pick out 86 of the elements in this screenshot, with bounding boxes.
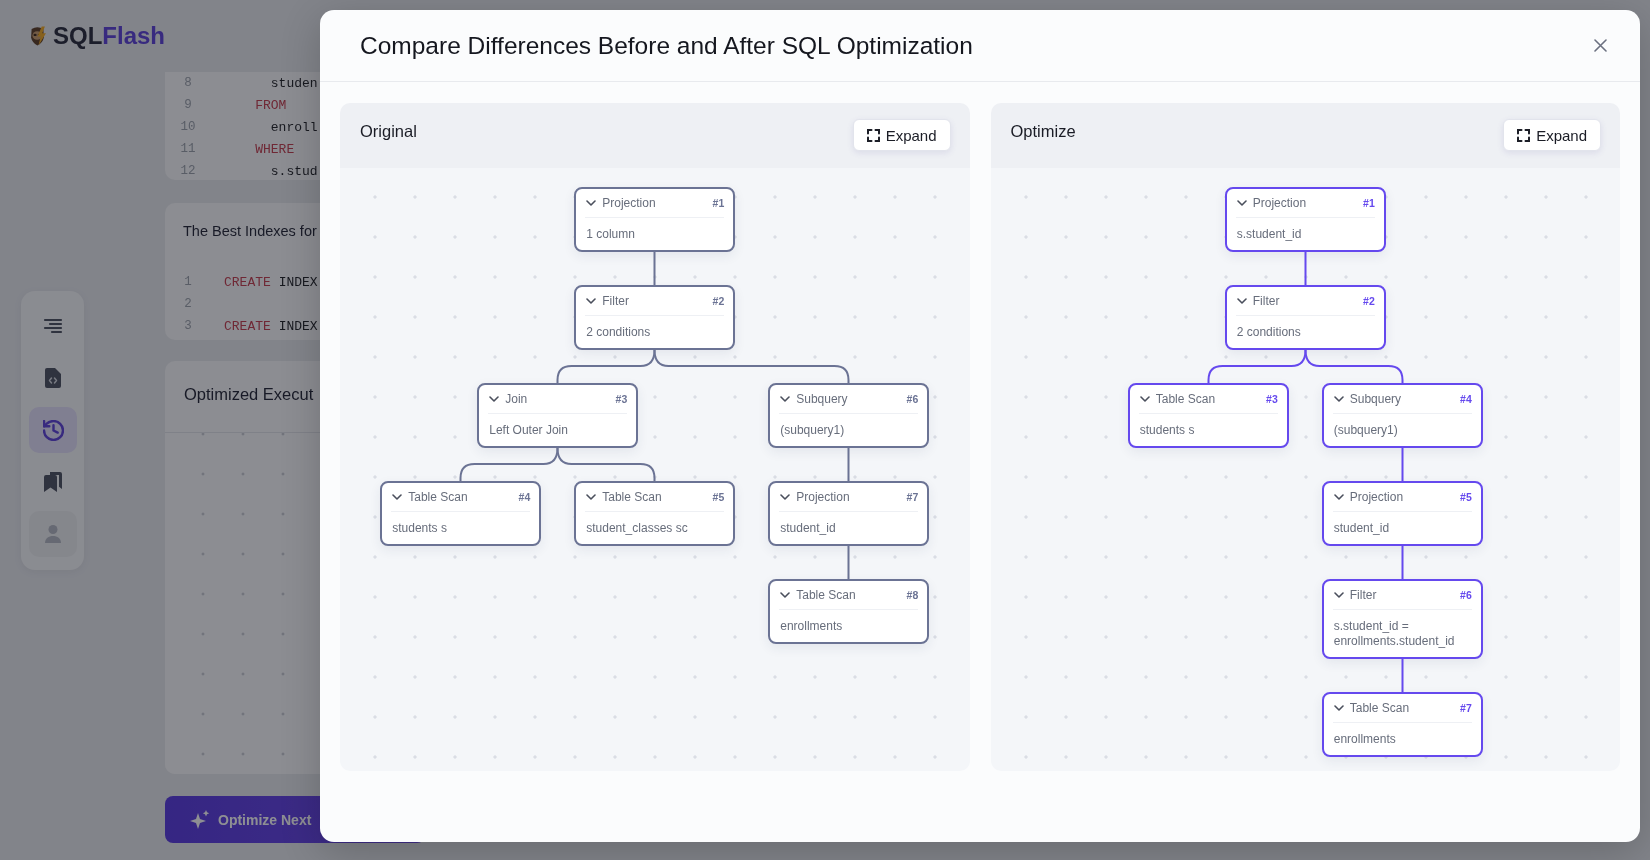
node-title: Subquery	[796, 392, 848, 406]
menu-lines-icon	[43, 318, 63, 334]
node-number: #5	[712, 491, 725, 503]
dialog-title: Compare Differences Before and After SQL Optimization	[360, 30, 973, 61]
node-number: #1	[1363, 197, 1375, 209]
user-icon	[45, 525, 61, 543]
node-detail: students s	[1139, 423, 1195, 438]
node-number: #2	[712, 295, 725, 307]
node-detail: s.student_id	[1236, 227, 1302, 242]
node-title: Join	[505, 392, 528, 406]
node-number: #3	[615, 393, 628, 405]
node-title: Projection	[602, 196, 656, 210]
expand-icon	[866, 128, 880, 142]
node-detail: (subquery1)	[1333, 423, 1398, 438]
node-title: Table Scan	[408, 490, 468, 504]
card-title: The Best Indexes for	[183, 222, 317, 241]
chevron-down-icon[interactable]	[586, 298, 597, 304]
node-title: Projection	[796, 490, 850, 504]
chevron-down-icon[interactable]	[1333, 592, 1344, 598]
chevron-down-icon[interactable]	[1236, 200, 1247, 206]
code-line: CREATE INDEX	[224, 318, 318, 334]
node-title: Filter	[1349, 588, 1377, 602]
chevron-down-icon[interactable]	[586, 494, 597, 500]
close-button[interactable]	[1594, 39, 1607, 52]
node-number: #5	[1460, 491, 1472, 503]
bookmarks-icon	[44, 472, 62, 492]
code-line: FROM	[255, 97, 287, 113]
panel-title: Original	[360, 121, 417, 142]
chevron-down-icon[interactable]	[1139, 396, 1150, 402]
node-title: Projection	[1252, 196, 1307, 210]
chevron-down-icon[interactable]	[586, 200, 597, 206]
chevron-down-icon[interactable]	[1333, 396, 1344, 402]
card-title: Optimized Execut	[184, 384, 314, 405]
node-number: #3	[1266, 393, 1278, 405]
node-title: Table Scan	[796, 588, 856, 602]
chevron-down-icon[interactable]	[1236, 298, 1247, 304]
node-number: #4	[518, 491, 531, 503]
expand-icon	[1517, 128, 1531, 142]
expand-button[interactable]: Expand	[1503, 119, 1601, 151]
chevron-down-icon[interactable]	[780, 592, 791, 598]
code-line: CREATE INDEX	[224, 274, 318, 290]
file-code-icon	[45, 368, 61, 388]
node-title: Filter	[602, 294, 629, 308]
node-title: Table Scan	[1349, 701, 1410, 715]
chevron-down-icon[interactable]	[392, 494, 403, 500]
node-detail: enrollments	[1333, 732, 1396, 747]
chevron-down-icon[interactable]	[780, 494, 791, 500]
node-number: #1	[712, 197, 725, 209]
node-detail: Left Outer Join	[489, 423, 568, 438]
panel-title: Optimize	[1010, 121, 1076, 142]
node-number: #8	[906, 589, 919, 601]
node-detail: student_id	[1333, 521, 1390, 536]
chevron-down-icon[interactable]	[1333, 494, 1344, 500]
node-detail: 2 conditions	[1236, 325, 1301, 340]
node-detail: s.student_id = enrollments.student_id	[1333, 619, 1456, 649]
history-icon	[42, 419, 64, 441]
node-title: Filter	[1252, 294, 1280, 308]
node-detail: 2 conditions	[586, 325, 651, 340]
node-title: Projection	[1349, 490, 1404, 504]
node-number: #4	[1460, 393, 1472, 405]
node-number: #2	[1363, 295, 1375, 307]
node-detail: (subquery1)	[780, 423, 845, 438]
node-title: Table Scan	[602, 490, 662, 504]
sparkle-icon	[190, 809, 210, 830]
node-detail: students s	[392, 521, 447, 536]
node-detail: enrollments	[780, 619, 843, 634]
node-number: #6	[1460, 589, 1472, 601]
close-icon	[1594, 39, 1607, 52]
node-number: #7	[1460, 702, 1472, 714]
chevron-down-icon[interactable]	[489, 396, 500, 402]
sidebar-button[interactable]	[29, 407, 77, 453]
code-line: enroll	[270, 119, 318, 135]
node-detail: student_classes sc	[586, 521, 688, 536]
code-line: WHERE	[255, 141, 295, 157]
logo-wordmark: SQLFlash	[52, 22, 165, 50]
chevron-down-icon[interactable]	[780, 396, 791, 402]
code-line: studen	[270, 75, 318, 91]
node-detail: 1 column	[586, 227, 635, 242]
code-line: s.stud	[270, 163, 318, 179]
node-detail: student_id	[780, 521, 836, 536]
node-title: Table Scan	[1155, 392, 1216, 406]
node-title: Subquery	[1349, 392, 1402, 406]
expand-button[interactable]: Expand	[852, 119, 951, 151]
node-number: #7	[906, 491, 919, 503]
chevron-down-icon[interactable]	[1333, 705, 1344, 711]
node-number: #6	[906, 393, 919, 405]
